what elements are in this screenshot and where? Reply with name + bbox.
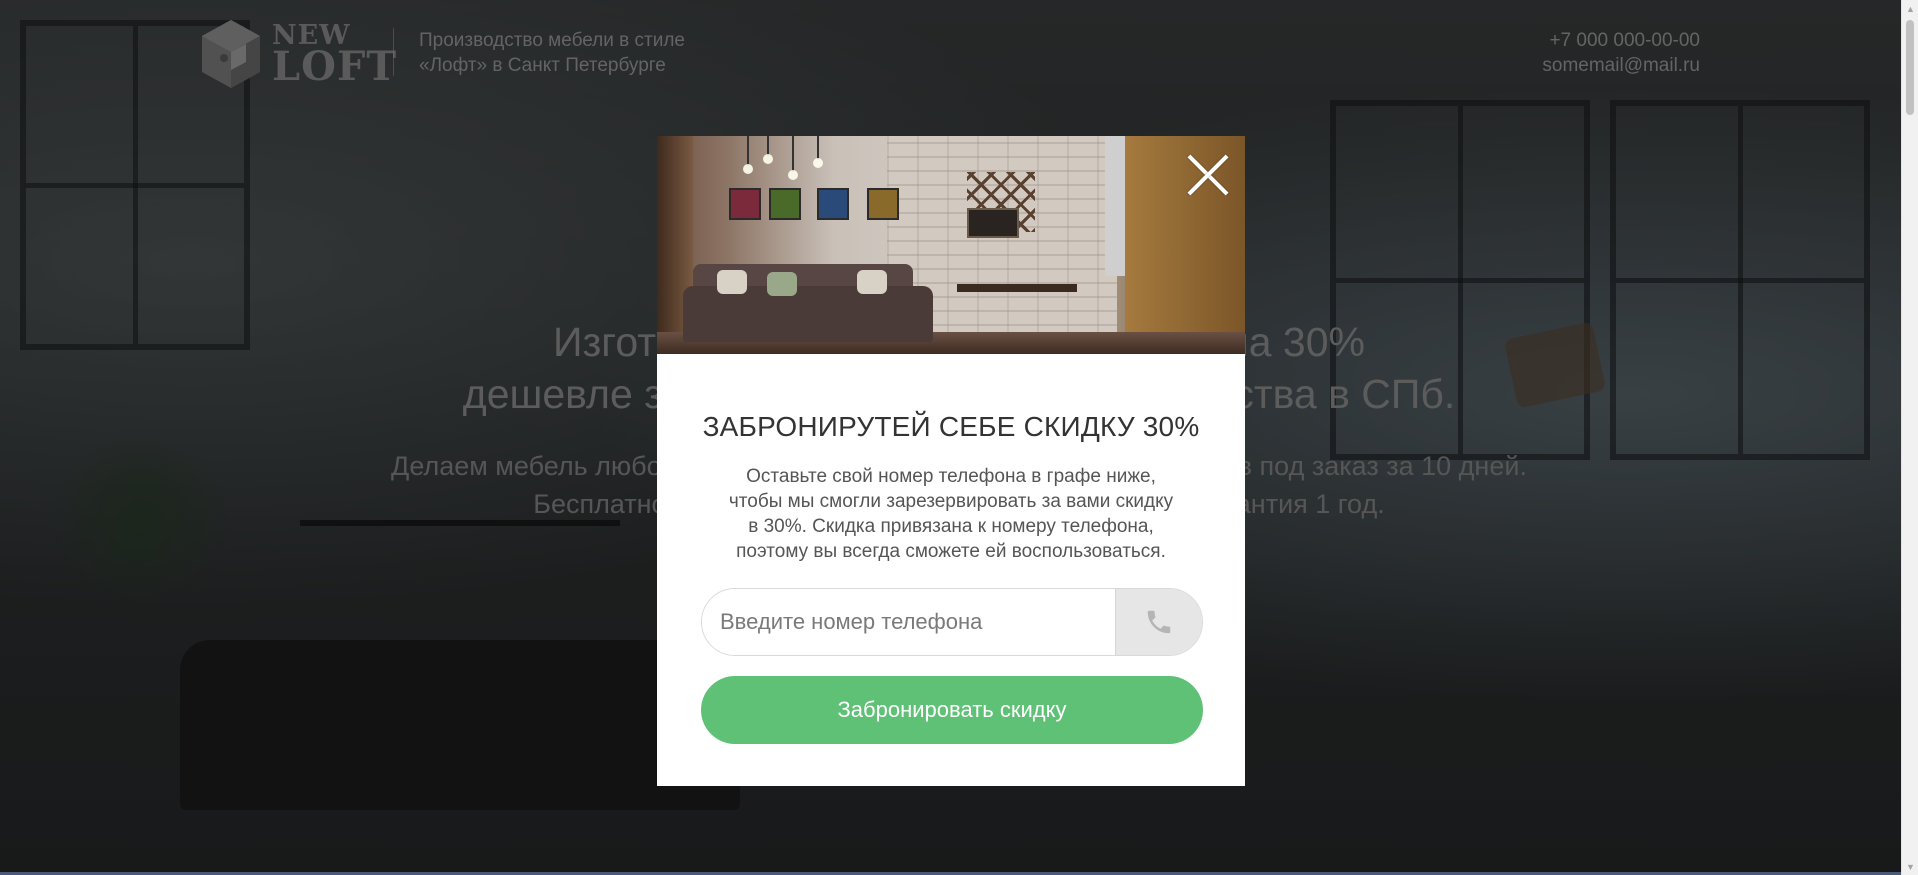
modal-interior-image (657, 136, 1245, 354)
scroll-down-icon[interactable]: ▼ (1902, 858, 1918, 875)
scroll-up-icon[interactable]: ▲ (1902, 0, 1918, 17)
scrollbar-thumb[interactable] (1906, 20, 1914, 115)
phone-field-group (701, 588, 1203, 656)
phone-icon-box (1115, 589, 1202, 655)
phone-input[interactable] (702, 589, 1115, 655)
reserve-discount-button[interactable]: Забронировать скидку (701, 676, 1203, 744)
close-icon[interactable] (1185, 152, 1231, 198)
modal-title: ЗАБРОНИРУТЕЙ СЕБЕ СКИДКУ 30% (702, 411, 1200, 442)
modal-description: Оставьте свой номер телефона в графе ниж… (691, 464, 1211, 564)
scrollbar[interactable]: ▲ ▼ (1901, 0, 1918, 875)
phone-icon (1147, 610, 1171, 634)
discount-modal: ЗАБРОНИРУТЕЙ СЕБЕ СКИДКУ 30% Оставьте св… (657, 136, 1245, 786)
modal-description-line: чтобы мы смогли зарезервировать за вами … (728, 491, 1174, 512)
modal-description-line: поэтому вы всегда сможете ей воспользова… (736, 541, 1166, 562)
modal-description-line: в 30%. Скидка привязана к номеру телефон… (748, 516, 1154, 537)
page: NEW LOFT Производство мебели в стиле «Ло… (0, 0, 1918, 875)
modal-description-line: Оставьте свой номер телефона в графе ниж… (746, 466, 1156, 487)
